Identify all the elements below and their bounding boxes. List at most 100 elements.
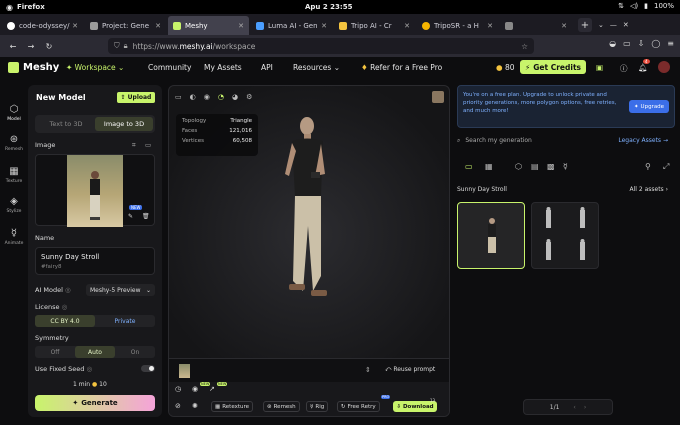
nav-workspace[interactable]: ✦ Workspace ⌄: [66, 63, 124, 72]
lock-icon[interactable]: 🔒︎: [124, 41, 128, 51]
remesh-button[interactable]: ⊛ Remesh: [263, 401, 300, 412]
shield-icon[interactable]: ⛉: [114, 41, 120, 51]
name-tag[interactable]: #fairy8: [41, 264, 149, 270]
grid-icon[interactable]: ▦: [485, 162, 493, 171]
reference-thumbnail[interactable]: [432, 91, 444, 103]
folder-icon[interactable]: ▭: [465, 162, 473, 171]
browser-tab[interactable]: Luma AI - Gen ✕: [251, 16, 332, 35]
prev-page-icon[interactable]: ‹: [573, 404, 575, 411]
rail-animate[interactable]: ☿ Animate: [0, 228, 28, 246]
close-tab-icon[interactable]: ✕: [404, 22, 410, 30]
bookmark-star-icon[interactable]: ☆: [521, 42, 528, 51]
next-page-icon[interactable]: ›: [584, 404, 586, 411]
model-viewer[interactable]: ▭ ◐ ◉ ◔ ◕ ⚙ Topology Triangle Faces 121,01…: [168, 85, 450, 417]
filter-icon[interactable]: ⚲: [645, 162, 651, 171]
rail-remesh[interactable]: ⊛ Remesh: [0, 134, 28, 152]
pocket-icon[interactable]: ◒: [609, 39, 616, 48]
legacy-assets-link[interactable]: Legacy Assets →: [618, 137, 668, 144]
prompt-thumbnail[interactable]: [179, 364, 190, 378]
browser-tab[interactable]: Project: Gene ✕: [85, 16, 166, 35]
sym-off[interactable]: Off: [35, 346, 75, 358]
battery-icon[interactable]: ▮: [644, 2, 648, 10]
share-icon[interactable]: ↗: [209, 385, 215, 393]
account-icon[interactable]: ◯: [651, 39, 660, 48]
ai-model-select[interactable]: Meshy-5 Preview ⌄: [86, 284, 155, 296]
credits-balance[interactable]: ● 80: [496, 63, 514, 72]
free-retry-button[interactable]: ↻ Free Retry: [337, 401, 380, 412]
generate-button[interactable]: ✦ Generate: [35, 395, 155, 411]
settings-icon[interactable]: ⚙: [246, 93, 252, 101]
rail-model[interactable]: ⬡ Model: [0, 104, 28, 122]
help-icon[interactable]: ⓘ: [620, 63, 628, 74]
image-dropzone[interactable]: NEW ✎ 🗑︎: [35, 154, 155, 227]
gift-box-icon[interactable]: ▣: [596, 63, 603, 72]
browser-tab[interactable]: Tripo AI - Cr ✕: [334, 16, 415, 35]
minimize-icon[interactable]: —: [610, 21, 617, 29]
upload-button[interactable]: ⇪ Upload: [117, 92, 155, 103]
info-icon[interactable]: ◎: [65, 286, 71, 294]
gallery-icon[interactable]: ▭: [145, 141, 151, 149]
close-window-icon[interactable]: ✕: [623, 21, 629, 29]
render-mode-icon[interactable]: ◐: [190, 93, 196, 101]
asset-thumbnail-selected[interactable]: [457, 202, 525, 269]
notifications-icon[interactable]: 🔔︎ 4: [638, 59, 650, 72]
sym-auto[interactable]: Auto: [75, 346, 115, 358]
rail-texture[interactable]: ▦ Texture: [0, 166, 28, 184]
address-bar[interactable]: ⛉ 🔒︎ https://www. meshy.ai/workspace ☆: [108, 38, 534, 54]
close-tab-icon[interactable]: ✕: [487, 22, 493, 30]
close-tab-icon[interactable]: ✕: [72, 22, 78, 30]
get-credits-button[interactable]: ⚡ Get Credits: [520, 60, 586, 74]
browser-tab[interactable]: TripoSR - a H ✕: [417, 16, 498, 35]
expand-icon[interactable]: ⤢: [663, 162, 669, 172]
close-tab-icon[interactable]: ✕: [561, 22, 567, 30]
pattern-filter-icon[interactable]: ▩: [547, 162, 555, 171]
volume-icon[interactable]: ◁): [630, 2, 638, 10]
license-cc[interactable]: CC BY 4.0: [35, 315, 95, 327]
user-avatar[interactable]: [658, 61, 670, 73]
reset-icon[interactable]: ⊘: [175, 402, 181, 410]
nav-resources[interactable]: Resources ⌄: [293, 63, 340, 72]
nav-refer[interactable]: ♦ Refer for a Free Pro: [361, 63, 442, 72]
tab-text-to-3d[interactable]: Text to 3D: [37, 117, 95, 131]
info-icon[interactable]: ◎: [62, 303, 68, 311]
collapse-icon[interactable]: ⇕: [365, 366, 371, 374]
reuse-prompt[interactable]: ⤺ Reuse prompt: [385, 366, 435, 374]
new-tab-button[interactable]: +: [578, 18, 592, 32]
magic-icon[interactable]: ✺: [192, 402, 198, 410]
search-input[interactable]: ⌕ Search my generation: [457, 137, 532, 145]
meshy-logo[interactable]: Meshy: [8, 62, 59, 73]
edit-image-icon[interactable]: ✎: [128, 213, 133, 220]
crop-icon[interactable]: ⌗: [132, 141, 136, 150]
fixed-seed-toggle[interactable]: [141, 365, 155, 372]
eye-icon[interactable]: ◉: [192, 385, 198, 393]
asset-thumbnail-grid[interactable]: [531, 202, 599, 269]
retexture-button[interactable]: ▦ Retexture: [211, 401, 254, 412]
close-tab-icon[interactable]: ✕: [321, 22, 327, 30]
assets-count[interactable]: All 2 assets ›: [630, 186, 668, 193]
tab-image-to-3d[interactable]: Image to 3D: [95, 117, 153, 131]
cube-filter-icon[interactable]: ⬡: [515, 162, 522, 171]
material-icon[interactable]: ◕: [232, 93, 238, 101]
monitor-icon[interactable]: ▭: [175, 93, 182, 101]
browser-tab-active[interactable]: Meshy ✕: [168, 16, 249, 35]
extensions-icon[interactable]: ▭: [623, 39, 631, 48]
downloads-icon[interactable]: ⇩: [638, 39, 645, 48]
tab-list-icon[interactable]: ⌄: [598, 21, 604, 29]
clock-icon[interactable]: ◷: [175, 385, 181, 393]
rig-filter-icon[interactable]: ☿: [563, 162, 568, 171]
nav-community[interactable]: Community: [148, 63, 191, 72]
close-tab-icon[interactable]: ✕: [155, 22, 161, 30]
texture-filter-icon[interactable]: ▤: [531, 162, 539, 171]
delete-image-icon[interactable]: 🗑︎: [142, 213, 150, 220]
lighting-icon[interactable]: ◔: [218, 93, 224, 101]
network-icon[interactable]: ⇅: [618, 2, 624, 10]
menu-icon[interactable]: ≡: [667, 39, 674, 48]
rig-button[interactable]: ☿ Rig: [306, 401, 329, 412]
name-input[interactable]: Sunny Day Stroll #fairy8: [35, 247, 155, 275]
nav-api[interactable]: API: [261, 63, 273, 72]
upgrade-button[interactable]: ✦ Upgrade: [629, 100, 669, 113]
sym-on[interactable]: On: [115, 346, 155, 358]
forward-icon[interactable]: →: [24, 42, 38, 51]
browser-tab[interactable]: code-odyssey/✕: [2, 16, 83, 35]
back-icon[interactable]: ←: [6, 42, 20, 51]
